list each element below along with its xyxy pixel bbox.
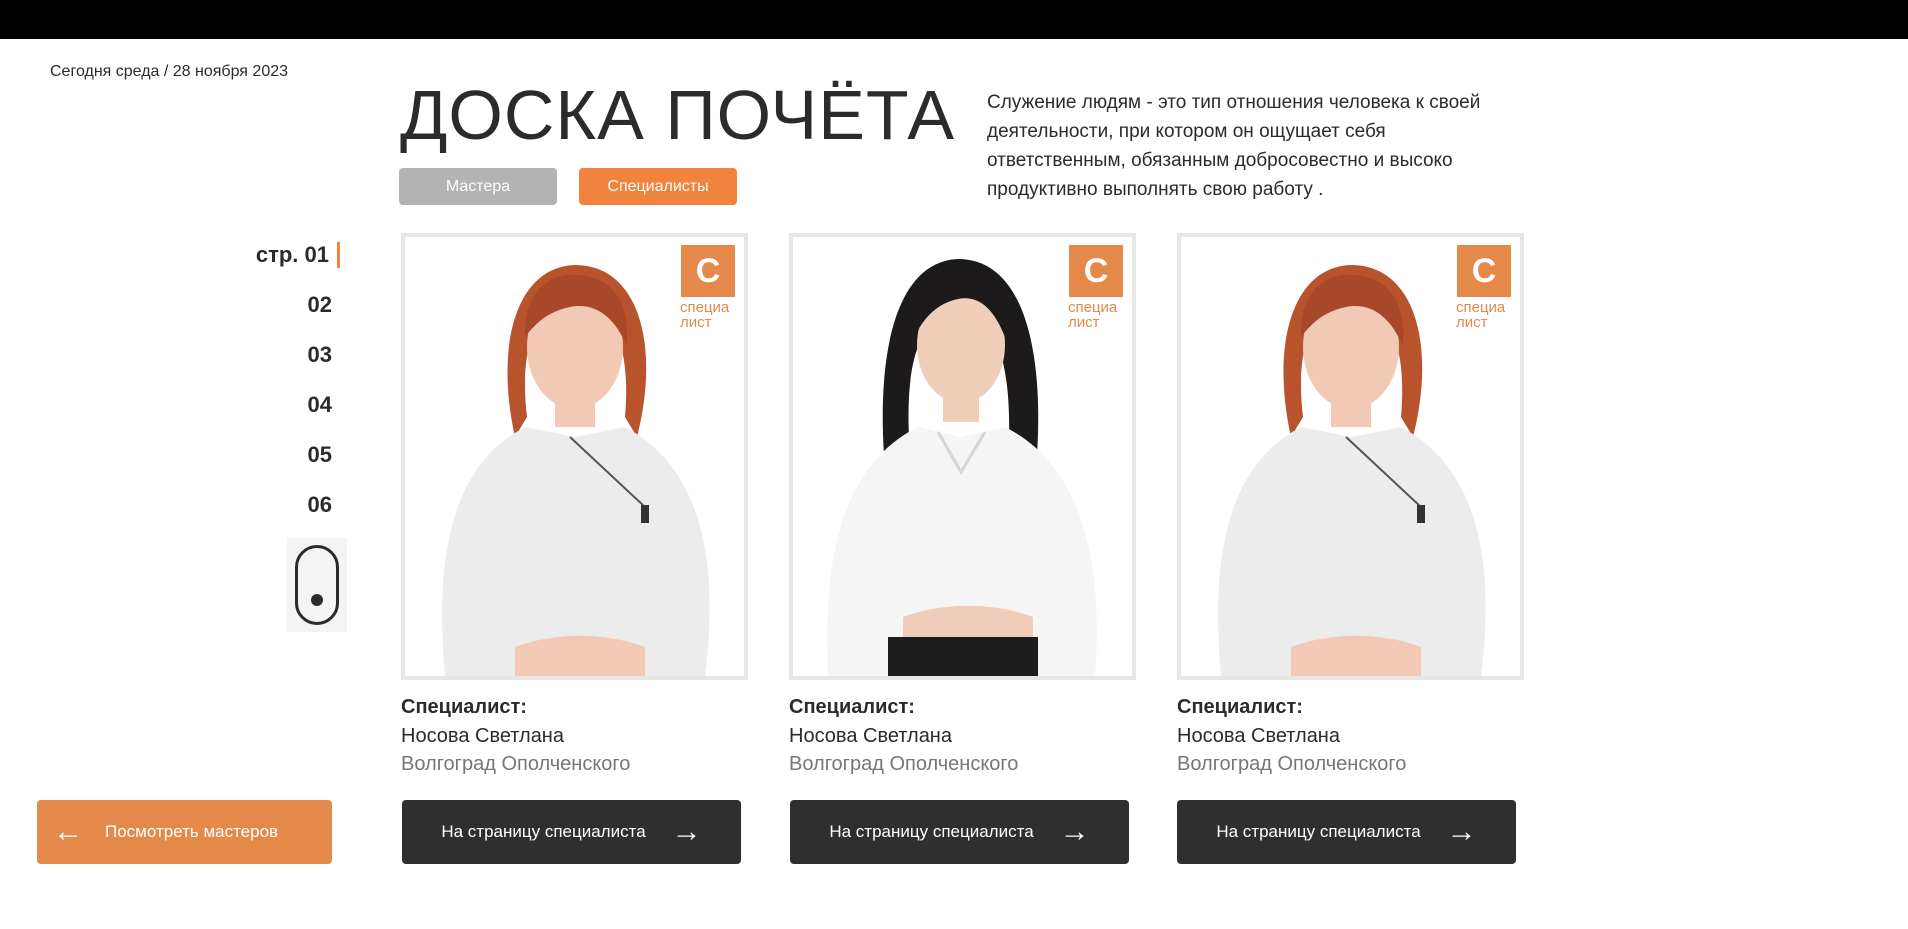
specialist-page-button-2[interactable]: На страницу специалиста → (790, 800, 1129, 864)
specialist-badge: С специа лист (1456, 245, 1512, 330)
top-bar (0, 0, 1908, 39)
badge-caption: специа лист (1456, 300, 1505, 330)
specialist-card-2: С специа лист Специалист: Носова Светлана… (789, 233, 1136, 776)
page-link-03[interactable]: 03 (200, 330, 340, 380)
mouse-wheel-dot (311, 594, 323, 606)
specialist-badge: С специа лист (1068, 245, 1124, 330)
badge-caption: специа лист (680, 300, 729, 330)
specialist-photo[interactable]: С специа лист (1177, 233, 1524, 680)
specialist-page-label: На страницу специалиста (441, 822, 646, 841)
card-city: Волгоград Ополченского (1177, 753, 1407, 775)
badge-letter: С (1471, 252, 1497, 290)
page-pagination: стр. 01 02 03 04 05 06 (200, 230, 340, 530)
badge-caption-line2: лист (1456, 314, 1488, 331)
specialist-card-1: С специа лист Специалист: Носова Светлана… (401, 233, 748, 776)
arrow-right-icon: → (1446, 815, 1477, 848)
current-date: Сегодня среда / 28 ноября 2023 (50, 63, 289, 80)
view-masters-label: Посмотреть мастеров (105, 822, 279, 841)
card-name: Носова Светлана (401, 725, 564, 747)
badge-letter: С (1083, 252, 1109, 290)
page-link-01[interactable]: стр. 01 (200, 230, 340, 280)
badge-logo-icon: С (1069, 245, 1123, 297)
specialist-photo[interactable]: С специа лист (789, 233, 1136, 680)
tab-specialists[interactable]: Специалисты (579, 168, 737, 205)
arrow-left-icon: ← (53, 815, 83, 848)
page-link-05[interactable]: 05 (200, 430, 340, 480)
badge-caption: специа лист (1068, 300, 1117, 330)
specialist-badge: С специа лист (680, 245, 736, 330)
page-link-04[interactable]: 04 (200, 380, 340, 430)
active-page-marker (337, 242, 340, 268)
specialist-page-label: На страницу специалиста (1216, 822, 1421, 841)
badge-logo-icon: С (681, 245, 735, 297)
page-label: стр. 01 (255, 242, 329, 267)
specialist-photo[interactable]: С специа лист (401, 233, 748, 680)
card-name: Носова Светлана (789, 725, 952, 747)
tab-masters[interactable]: Мастера (399, 168, 557, 205)
card-role: Специалист: (1177, 696, 1303, 718)
view-masters-button[interactable]: ← Посмотреть мастеров (37, 800, 332, 864)
card-role: Специалист: (401, 696, 527, 718)
badge-caption-line2: лист (1068, 314, 1100, 331)
card-role: Специалист: (789, 696, 915, 718)
card-city: Волгоград Ополченского (401, 753, 631, 775)
arrow-right-icon: → (1059, 815, 1090, 848)
badge-letter: С (695, 252, 721, 290)
specialist-card-3: С специа лист Специалист: Носова Светлана… (1177, 233, 1524, 776)
card-city: Волгоград Ополченского (789, 753, 1019, 775)
card-name: Носова Светлана (1177, 725, 1340, 747)
page-title: ДОСКА ПОЧЁТА (400, 76, 956, 154)
badge-caption-line2: лист (680, 314, 712, 331)
page-link-02[interactable]: 02 (200, 280, 340, 330)
arrow-right-icon: → (671, 815, 702, 848)
page-link-06[interactable]: 06 (200, 480, 340, 530)
badge-logo-icon: С (1457, 245, 1511, 297)
motto-text: Служение людям - это тип отношения челов… (987, 92, 1481, 200)
specialist-page-button-1[interactable]: На страницу специалиста → (402, 800, 741, 864)
specialist-page-button-3[interactable]: На страницу специалиста → (1177, 800, 1516, 864)
specialist-page-label: На страницу специалиста (829, 822, 1034, 841)
mouse-scroll-icon (295, 545, 339, 625)
scroll-hint (287, 538, 347, 632)
